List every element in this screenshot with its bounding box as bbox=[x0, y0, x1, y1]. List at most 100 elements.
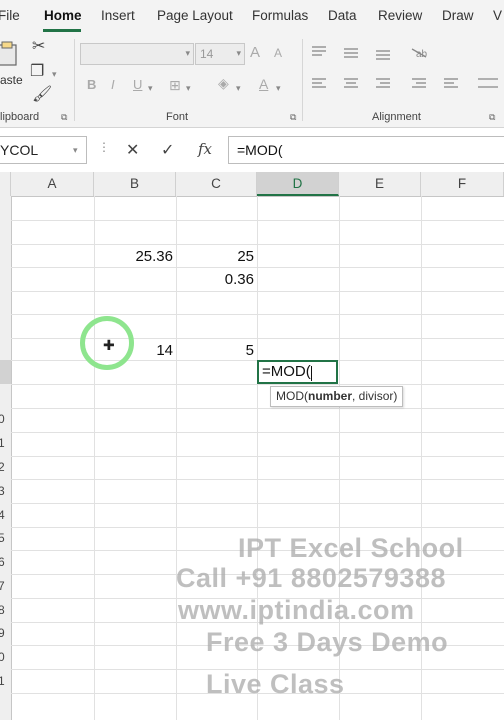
chevron-down-icon[interactable]: ▾ bbox=[276, 83, 281, 94]
active-cell[interactable]: =MOD( bbox=[257, 360, 338, 384]
active-cell-text: =MOD( bbox=[262, 363, 311, 380]
tab-draw[interactable]: Draw bbox=[442, 8, 474, 23]
column-header-d[interactable]: D bbox=[257, 172, 339, 196]
font-size-value: 14 bbox=[200, 47, 214, 61]
font-name-box[interactable]: ▾ bbox=[80, 43, 194, 65]
watermark-school: IPT Excel School bbox=[238, 533, 464, 563]
row-header[interactable]: 5 bbox=[0, 531, 10, 545]
chevron-down-icon[interactable]: ▾ bbox=[186, 83, 191, 94]
name-box-value: YCOL bbox=[0, 142, 39, 158]
row-header[interactable]: 4 bbox=[0, 508, 10, 522]
tab-data[interactable]: Data bbox=[328, 8, 357, 23]
tooltip-rest: , divisor) bbox=[352, 389, 398, 403]
gridline bbox=[11, 432, 504, 433]
ribbon-tab-bar: File Home Insert Page Layout Formulas Da… bbox=[0, 0, 504, 33]
alignment-buttons[interactable]: ab bbox=[308, 43, 504, 109]
cell-b-value[interactable]: 25.36 bbox=[94, 245, 173, 268]
gridline bbox=[11, 384, 504, 385]
copy-icon[interactable]: ❐ bbox=[30, 64, 44, 80]
svg-text:ab: ab bbox=[416, 49, 428, 60]
paste-button[interactable] bbox=[0, 41, 22, 67]
select-all-corner[interactable] bbox=[0, 172, 11, 196]
row-header[interactable]: 1 bbox=[0, 436, 10, 450]
chevron-down-icon[interactable]: ▾ bbox=[73, 145, 78, 156]
font-size-box[interactable]: 14 ▾ bbox=[195, 43, 245, 65]
fill-color-icon[interactable]: ◈ bbox=[218, 76, 229, 90]
tooltip-current-arg: number bbox=[308, 389, 353, 403]
column-header-a[interactable]: A bbox=[11, 172, 94, 196]
watermark-live-class: Live Class bbox=[206, 669, 345, 699]
alignment-launcher-icon[interactable]: ⧉ bbox=[489, 112, 495, 123]
gridline bbox=[11, 503, 504, 504]
enter-icon[interactable]: ✓ bbox=[161, 140, 174, 160]
gridline bbox=[11, 314, 504, 315]
formula-input[interactable]: =MOD( bbox=[228, 136, 504, 164]
formula-bar: YCOL ▾ ⋮ ✕ ✓ fx =MOD( bbox=[0, 128, 504, 173]
italic-button[interactable]: I bbox=[111, 78, 115, 91]
chevron-down-icon: ▾ bbox=[185, 48, 190, 58]
row-header[interactable]: 0 bbox=[0, 650, 10, 664]
format-painter-icon[interactable]: 🖌 bbox=[32, 87, 52, 103]
gridline bbox=[11, 244, 504, 245]
name-box[interactable]: YCOL ▾ bbox=[0, 136, 87, 164]
clipboard-launcher-icon[interactable]: ⧉ bbox=[61, 112, 67, 123]
chevron-down-icon: ▾ bbox=[236, 48, 241, 58]
active-tab-indicator bbox=[43, 29, 81, 32]
row-header[interactable]: 8 bbox=[0, 603, 10, 617]
cut-icon[interactable]: ✂ bbox=[32, 39, 45, 55]
underline-button[interactable]: U bbox=[133, 78, 142, 91]
column-header-f[interactable]: F bbox=[421, 172, 504, 196]
watermark-website: www.iptindia.com bbox=[178, 595, 415, 625]
gridline bbox=[11, 408, 504, 409]
font-color-icon[interactable]: A bbox=[259, 77, 268, 91]
row-header[interactable]: 7 bbox=[0, 579, 10, 593]
cell-c-value[interactable]: 5 bbox=[176, 339, 254, 362]
gridline bbox=[11, 479, 504, 480]
tab-review[interactable]: Review bbox=[378, 8, 422, 23]
row-header[interactable]: 1 bbox=[0, 674, 10, 688]
cell-cursor-icon: ✚ bbox=[103, 337, 115, 353]
insert-function-icon[interactable]: fx bbox=[198, 140, 212, 158]
borders-icon[interactable]: ⊞ bbox=[169, 78, 181, 92]
column-header-e[interactable]: E bbox=[339, 172, 421, 196]
watermark-demo: Free 3 Days Demo bbox=[206, 627, 449, 657]
tab-page-layout[interactable]: Page Layout bbox=[157, 8, 233, 23]
paste-icon bbox=[0, 41, 17, 66]
gridline bbox=[11, 220, 504, 221]
selected-row-header[interactable] bbox=[0, 360, 11, 384]
group-divider bbox=[302, 39, 303, 121]
tab-view[interactable]: V bbox=[493, 8, 502, 23]
tab-formulas[interactable]: Formulas bbox=[252, 8, 308, 23]
ribbon: aste ✂ ❐ ▾ 🖌 lipboard ⧉ ▾ 14 ▾ A A B I U… bbox=[0, 33, 504, 128]
cancel-icon[interactable]: ✕ bbox=[126, 140, 139, 160]
gridline bbox=[11, 267, 504, 268]
column-headers: A B C D E F bbox=[0, 172, 504, 197]
tooltip-function: MOD( bbox=[276, 389, 308, 403]
cell-c-value[interactable]: 25 bbox=[176, 245, 254, 268]
font-group-label: Font bbox=[166, 111, 189, 123]
column-header-c[interactable]: C bbox=[176, 172, 257, 196]
font-launcher-icon[interactable]: ⧉ bbox=[290, 112, 296, 123]
row-headers: 0 1 2 3 4 5 6 7 8 9 0 1 bbox=[0, 196, 12, 720]
watermark-phone: Call +91 8802579388 bbox=[176, 563, 446, 593]
row-header[interactable]: 2 bbox=[0, 460, 10, 474]
tab-home[interactable]: Home bbox=[44, 8, 82, 23]
copy-dropdown-icon[interactable]: ▾ bbox=[52, 69, 57, 80]
tab-insert[interactable]: Insert bbox=[101, 8, 135, 23]
grow-font-icon[interactable]: A bbox=[250, 45, 260, 60]
row-header[interactable]: 0 bbox=[0, 412, 10, 426]
more-options-icon: ⋮ bbox=[98, 140, 110, 154]
cell-c-value[interactable]: 0.36 bbox=[176, 268, 254, 291]
row-header[interactable]: 6 bbox=[0, 555, 10, 569]
function-tooltip[interactable]: MOD(number, divisor) bbox=[270, 386, 404, 407]
paste-label: aste bbox=[0, 73, 23, 87]
row-header[interactable]: 3 bbox=[0, 484, 10, 498]
chevron-down-icon[interactable]: ▾ bbox=[236, 83, 241, 94]
row-header[interactable]: 9 bbox=[0, 626, 10, 640]
bold-button[interactable]: B bbox=[87, 78, 96, 91]
gridline bbox=[11, 527, 504, 528]
chevron-down-icon[interactable]: ▾ bbox=[148, 83, 153, 94]
column-header-b[interactable]: B bbox=[94, 172, 176, 196]
tab-file[interactable]: File bbox=[0, 8, 20, 23]
shrink-font-icon[interactable]: A bbox=[274, 47, 282, 59]
